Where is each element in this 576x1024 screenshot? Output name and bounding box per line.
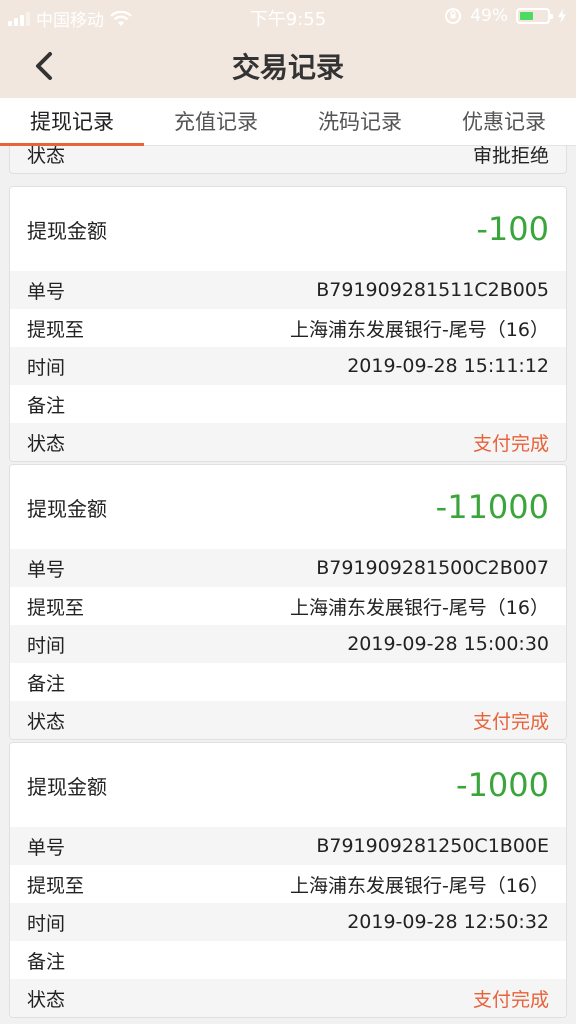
row-label: 单号 bbox=[27, 836, 66, 859]
row-label: 提现至 bbox=[27, 318, 85, 341]
row-value: 审批拒绝 bbox=[472, 146, 549, 167]
order-number: B791909281250C1B00E bbox=[316, 835, 549, 857]
amount-header: 提现金额 -1000 bbox=[10, 743, 566, 827]
time-row: 时间 2019-09-28 15:11:12 bbox=[10, 347, 566, 385]
row-label: 单号 bbox=[27, 558, 66, 581]
row-label: 时间 bbox=[27, 634, 66, 657]
row-label: 状态 bbox=[27, 988, 66, 1011]
destination-row: 提现至 上海浦东发展银行-尾号（16） bbox=[10, 587, 566, 625]
note-row: 备注 bbox=[10, 941, 566, 979]
tab-rebate-records[interactable]: 洗码记录 bbox=[288, 98, 432, 145]
amount-header: 提现金额 -100 bbox=[10, 187, 566, 271]
destination-account: 上海浦东发展银行-尾号（16） bbox=[289, 318, 549, 341]
destination-account: 上海浦东发展银行-尾号（16） bbox=[289, 874, 549, 897]
battery-percent: 49% bbox=[470, 6, 508, 26]
row-label: 单号 bbox=[27, 280, 66, 303]
status-row: 状态 支付完成 bbox=[10, 701, 566, 739]
row-label: 状态 bbox=[27, 146, 66, 167]
tab-promo-records[interactable]: 优惠记录 bbox=[432, 98, 576, 145]
status-value: 支付完成 bbox=[472, 432, 549, 455]
record-card[interactable]: 提现金额 -1000 单号 B791909281250C1B00E 提现至 上海浦东… bbox=[9, 742, 567, 1018]
timestamp: 2019-09-28 12:50:32 bbox=[347, 911, 549, 933]
row-label: 状态 bbox=[27, 432, 66, 455]
record-card[interactable]: 提现金额 -100 单号 B791909281511C2B005 提现至 上海浦东发… bbox=[9, 186, 567, 462]
amount-value: -11000 bbox=[435, 488, 549, 526]
charging-icon bbox=[558, 9, 566, 23]
order-row: 单号 B791909281500C2B007 bbox=[10, 549, 566, 587]
status-bar: 中国移动 下午9:55 49% bbox=[0, 0, 576, 32]
note-row: 备注 bbox=[10, 663, 566, 701]
row-label: 备注 bbox=[27, 672, 66, 695]
battery-icon bbox=[516, 8, 553, 24]
amount-value: -100 bbox=[476, 210, 549, 248]
amount-label: 提现金额 bbox=[27, 774, 107, 799]
order-row: 单号 B791909281250C1B00E bbox=[10, 827, 566, 865]
row-label: 提现至 bbox=[27, 874, 85, 897]
status-value: 支付完成 bbox=[472, 988, 549, 1011]
destination-account: 上海浦东发展银行-尾号（16） bbox=[289, 596, 549, 619]
amount-value: -1000 bbox=[456, 766, 549, 804]
record-card[interactable]: 提现金额 -11000 单号 B791909281500C2B007 提现至 上海浦… bbox=[9, 464, 567, 740]
amount-label: 提现金额 bbox=[27, 496, 107, 521]
orientation-lock-icon bbox=[445, 8, 462, 24]
timestamp: 2019-09-28 15:11:12 bbox=[347, 355, 549, 377]
status-row: 状态 支付完成 bbox=[10, 979, 566, 1017]
status-value: 支付完成 bbox=[472, 710, 549, 733]
destination-row: 提现至 上海浦东发展银行-尾号（16） bbox=[10, 865, 566, 903]
order-row: 单号 B791909281511C2B005 bbox=[10, 271, 566, 309]
row-label: 提现至 bbox=[27, 596, 85, 619]
time-row: 时间 2019-09-28 15:00:30 bbox=[10, 625, 566, 663]
row-label: 备注 bbox=[27, 394, 66, 417]
tab-withdraw-records[interactable]: 提现记录 bbox=[0, 98, 144, 146]
note-row: 备注 bbox=[10, 385, 566, 423]
order-number: B791909281511C2B005 bbox=[316, 279, 549, 301]
page-title: 交易记录 bbox=[231, 51, 344, 84]
timestamp: 2019-09-28 15:00:30 bbox=[347, 633, 549, 655]
record-tabs: 提现记录 充值记录 洗码记录 优惠记录 bbox=[0, 98, 576, 146]
status-right: 49% bbox=[444, 6, 566, 26]
tab-recharge-records[interactable]: 充值记录 bbox=[144, 98, 288, 145]
row-label: 备注 bbox=[27, 950, 66, 973]
row-label: 时间 bbox=[27, 356, 66, 379]
navigation-bar: 交易记录 bbox=[0, 32, 576, 98]
time-row: 时间 2019-09-28 12:50:32 bbox=[10, 903, 566, 941]
destination-row: 提现至 上海浦东发展银行-尾号（16） bbox=[10, 309, 566, 347]
status-row: 状态 支付完成 bbox=[10, 423, 566, 461]
row-label: 时间 bbox=[27, 912, 66, 935]
order-number: B791909281500C2B007 bbox=[316, 557, 549, 579]
row-label: 状态 bbox=[27, 710, 66, 733]
amount-header: 提现金额 -11000 bbox=[10, 465, 566, 549]
amount-label: 提现金额 bbox=[27, 218, 107, 243]
partial-status-row: 状态 审批拒绝 bbox=[9, 146, 567, 174]
